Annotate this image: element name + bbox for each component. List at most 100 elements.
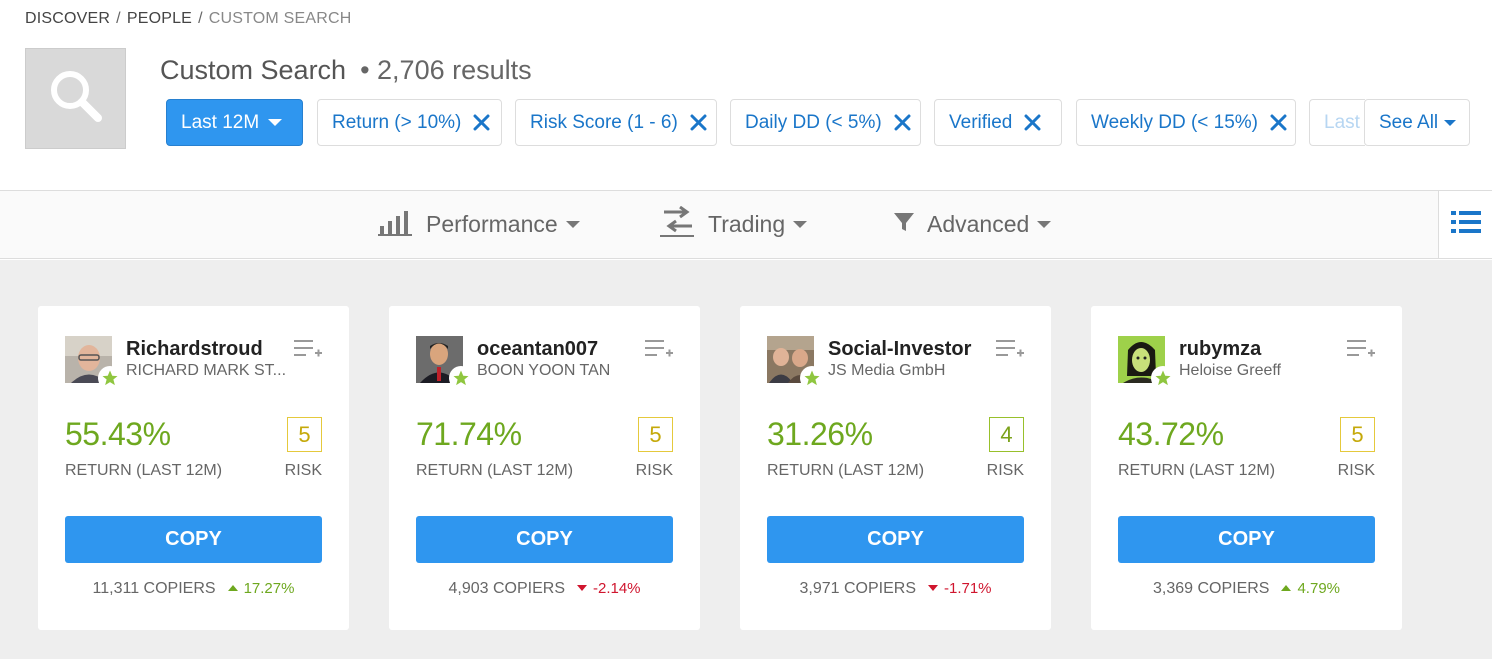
add-to-watchlist-icon[interactable] <box>995 338 1025 362</box>
filter-chip-return[interactable]: Return (> 10%) <box>317 99 502 146</box>
risk-score-badge: 4 <box>989 417 1024 452</box>
copiers-row: 3,369 COPIERS 4.79% <box>1091 580 1402 598</box>
username[interactable]: Richardstroud <box>126 338 263 361</box>
bar-chart-icon <box>378 208 414 242</box>
close-icon[interactable] <box>690 114 707 131</box>
trading-label: Trading <box>708 211 786 237</box>
magnifier-icon <box>46 66 106 131</box>
username[interactable]: Social-Investor <box>828 338 971 361</box>
filter-bar: Last 12M Return (> 10%) Risk Score (1 - … <box>166 99 1472 147</box>
filter-toolbar: Performance Trading Advanced <box>0 190 1492 259</box>
investor-card[interactable]: Richardstroud RICHARD MARK ST... 55.43% … <box>38 306 349 630</box>
verified-star-icon <box>800 366 824 390</box>
copy-button[interactable]: COPY <box>1118 516 1375 563</box>
copiers-change: 17.27% <box>243 580 295 597</box>
return-value: 43.72% <box>1118 416 1224 452</box>
filter-funnel-icon <box>893 211 915 239</box>
chevron-down-icon <box>1037 221 1052 228</box>
filter-chip-label: Last <box>1324 111 1360 133</box>
filter-chip-label: Daily DD (< 5%) <box>745 111 882 133</box>
full-name: Heloise Greeff <box>1179 362 1281 379</box>
see-all-button[interactable]: See All <box>1364 99 1470 146</box>
title-row: Custom Search • 2,706 results <box>160 55 532 86</box>
filter-chip-weekly-dd[interactable]: Weekly DD (< 15%) <box>1076 99 1296 146</box>
filter-chip-label: Verified <box>949 111 1013 133</box>
performance-dropdown[interactable]: Performance <box>378 191 580 258</box>
arrow-up-icon <box>1281 584 1292 591</box>
close-icon[interactable] <box>894 114 911 131</box>
investor-card[interactable]: Social-Investor JS Media GmbH 31.26% RET… <box>740 306 1051 630</box>
investor-card[interactable]: oceantan007 BOON YOON TAN 71.74% RETURN … <box>389 306 700 630</box>
breadcrumb-separator: / <box>116 10 121 27</box>
list-view-toggle[interactable] <box>1438 191 1492 258</box>
copy-button[interactable]: COPY <box>416 516 673 563</box>
risk-score-badge: 5 <box>287 417 322 452</box>
add-to-watchlist-icon[interactable] <box>1346 338 1376 362</box>
copiers-row: 4,903 COPIERS -2.14% <box>389 580 700 598</box>
filter-chip-label: Risk Score (1 - 6) <box>530 111 678 133</box>
full-name: RICHARD MARK ST... <box>126 362 287 379</box>
risk-label: RISK <box>635 462 673 479</box>
close-icon[interactable] <box>473 114 490 131</box>
breadcrumb-people[interactable]: PEOPLE <box>127 10 192 28</box>
see-all-label: See All <box>1379 111 1439 133</box>
risk-label: RISK <box>986 462 1024 479</box>
risk-score-badge: 5 <box>638 417 673 452</box>
breadcrumb-separator: / <box>198 10 203 27</box>
copiers-count: 4,903 COPIERS <box>448 580 565 597</box>
return-label: RETURN (LAST 12M) <box>416 462 574 479</box>
performance-label: Performance <box>426 211 558 237</box>
copy-button[interactable]: COPY <box>65 516 322 563</box>
copiers-change: -2.14% <box>592 580 641 597</box>
verified-star-icon <box>449 366 473 390</box>
copiers-row: 3,971 COPIERS -1.71% <box>740 580 1051 598</box>
filter-chip-overflow[interactable]: Last <box>1309 99 1365 146</box>
return-label: RETURN (LAST 12M) <box>65 462 223 479</box>
risk-label: RISK <box>284 462 322 479</box>
copiers-count: 3,971 COPIERS <box>799 580 916 597</box>
copiers-change: -1.71% <box>943 580 992 597</box>
risk-label: RISK <box>1337 462 1375 479</box>
risk-score-badge: 5 <box>1340 417 1375 452</box>
trading-dropdown[interactable]: Trading <box>660 191 808 258</box>
return-value: 31.26% <box>767 416 873 452</box>
investor-card[interactable]: rubymza Heloise Greeff 43.72% RETURN (LA… <box>1091 306 1402 630</box>
arrow-down-icon <box>927 584 938 591</box>
username[interactable]: rubymza <box>1179 338 1261 361</box>
verified-star-icon <box>98 366 122 390</box>
close-icon[interactable] <box>1024 114 1041 131</box>
period-label: Last 12M <box>181 111 260 133</box>
chevron-down-icon <box>1444 119 1457 126</box>
filter-chip-label: Return (> 10%) <box>332 111 462 133</box>
breadcrumb: DISCOVER / PEOPLE / CUSTOM SEARCH <box>25 10 351 28</box>
close-icon[interactable] <box>1270 114 1287 131</box>
results-count: • 2,706 results <box>360 55 532 85</box>
chevron-down-icon <box>565 221 580 228</box>
copiers-change: 4.79% <box>1297 580 1341 597</box>
username[interactable]: oceantan007 <box>477 338 598 361</box>
breadcrumb-current: CUSTOM SEARCH <box>208 10 352 27</box>
copiers-count: 11,311 COPIERS <box>92 580 216 597</box>
return-label: RETURN (LAST 12M) <box>767 462 925 479</box>
return-label: RETURN (LAST 12M) <box>1118 462 1276 479</box>
breadcrumb-discover[interactable]: DISCOVER <box>25 10 110 28</box>
filter-chip-daily-dd[interactable]: Daily DD (< 5%) <box>730 99 921 146</box>
chevron-down-icon <box>268 119 283 126</box>
arrow-up-icon <box>227 584 238 591</box>
add-to-watchlist-icon[interactable] <box>644 338 674 362</box>
filter-chip-verified[interactable]: Verified <box>934 99 1062 146</box>
copy-button[interactable]: COPY <box>767 516 1024 563</box>
filter-chip-label: Weekly DD (< 15%) <box>1091 111 1259 133</box>
full-name: JS Media GmbH <box>828 362 946 379</box>
list-view-icon <box>1450 210 1481 239</box>
swap-arrows-icon <box>660 205 696 244</box>
advanced-label: Advanced <box>927 211 1030 237</box>
full-name: BOON YOON TAN <box>477 362 611 379</box>
return-value: 71.74% <box>416 416 522 452</box>
advanced-dropdown[interactable]: Advanced <box>893 191 1052 258</box>
period-dropdown[interactable]: Last 12M <box>166 99 303 146</box>
add-to-watchlist-icon[interactable] <box>293 338 323 362</box>
copiers-row: 11,311 COPIERS 17.27% <box>38 580 349 598</box>
arrow-down-icon <box>576 584 587 591</box>
filter-chip-risk-score[interactable]: Risk Score (1 - 6) <box>515 99 717 146</box>
